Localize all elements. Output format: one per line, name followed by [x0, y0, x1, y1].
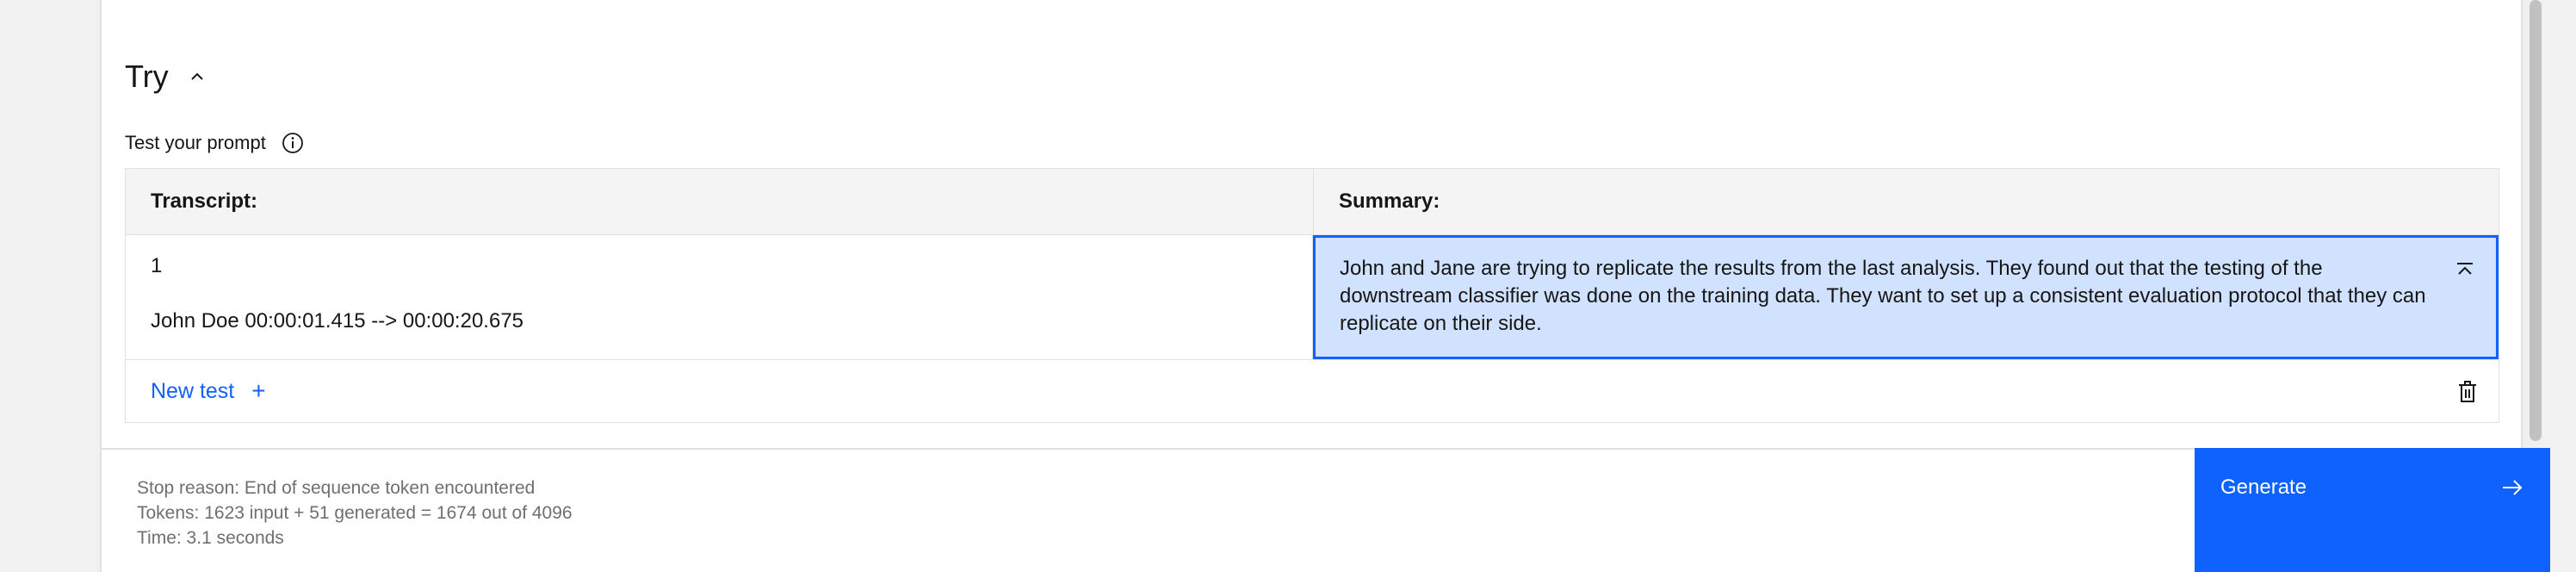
transcript-line: John Doe 00:00:01.415 --> 00:00:20.675 — [151, 309, 524, 333]
table-footer: New test + — [125, 360, 2499, 423]
table-row: 1 John Doe 00:00:01.415 --> 00:00:20.675… — [125, 235, 2499, 360]
generation-time: Time: 3.1 seconds — [137, 528, 284, 548]
plus-icon: + — [251, 377, 266, 404]
generation-stats: Stop reason: End of sequence token encou… — [137, 476, 573, 550]
arrow-right-icon — [2500, 476, 2524, 500]
information-icon[interactable] — [282, 131, 306, 155]
try-section-title: Try — [125, 59, 169, 94]
column-header-transcript: Transcript: — [126, 169, 1314, 234]
transcript-cell[interactable]: 1 John Doe 00:00:01.415 --> 00:00:20.675 — [126, 235, 1313, 359]
collapse-icon[interactable] — [2453, 258, 2477, 283]
table-header: Transcript: Summary: — [125, 168, 2499, 235]
new-test-label: New test — [151, 378, 235, 403]
scrollbar-thumb[interactable] — [2530, 0, 2542, 441]
generate-label: Generate — [2220, 476, 2307, 499]
test-prompt-label: Test your prompt — [125, 132, 266, 153]
trash-icon[interactable] — [2455, 379, 2480, 405]
test-table: Transcript: Summary: 1 John Doe 00:00:01… — [125, 168, 2499, 423]
summary-cell[interactable]: John and Jane are trying to replicate th… — [1312, 235, 2499, 359]
new-test-button[interactable]: New test + — [151, 379, 266, 404]
transcript-line: 1 — [151, 254, 163, 277]
column-header-summary: Summary: — [1339, 190, 1440, 213]
try-section-header[interactable]: Try — [125, 55, 207, 98]
summary-text: John and Jane are trying to replicate th… — [1339, 257, 2426, 335]
stop-reason: Stop reason: End of sequence token encou… — [137, 478, 536, 498]
chevron-up-icon[interactable] — [188, 67, 207, 86]
generate-button[interactable]: Generate — [2195, 448, 2550, 572]
token-count: Tokens: 1623 input + 51 generated = 1674… — [137, 503, 573, 523]
test-prompt-header: Test your prompt — [125, 129, 306, 157]
footer-divider — [100, 448, 2523, 450]
